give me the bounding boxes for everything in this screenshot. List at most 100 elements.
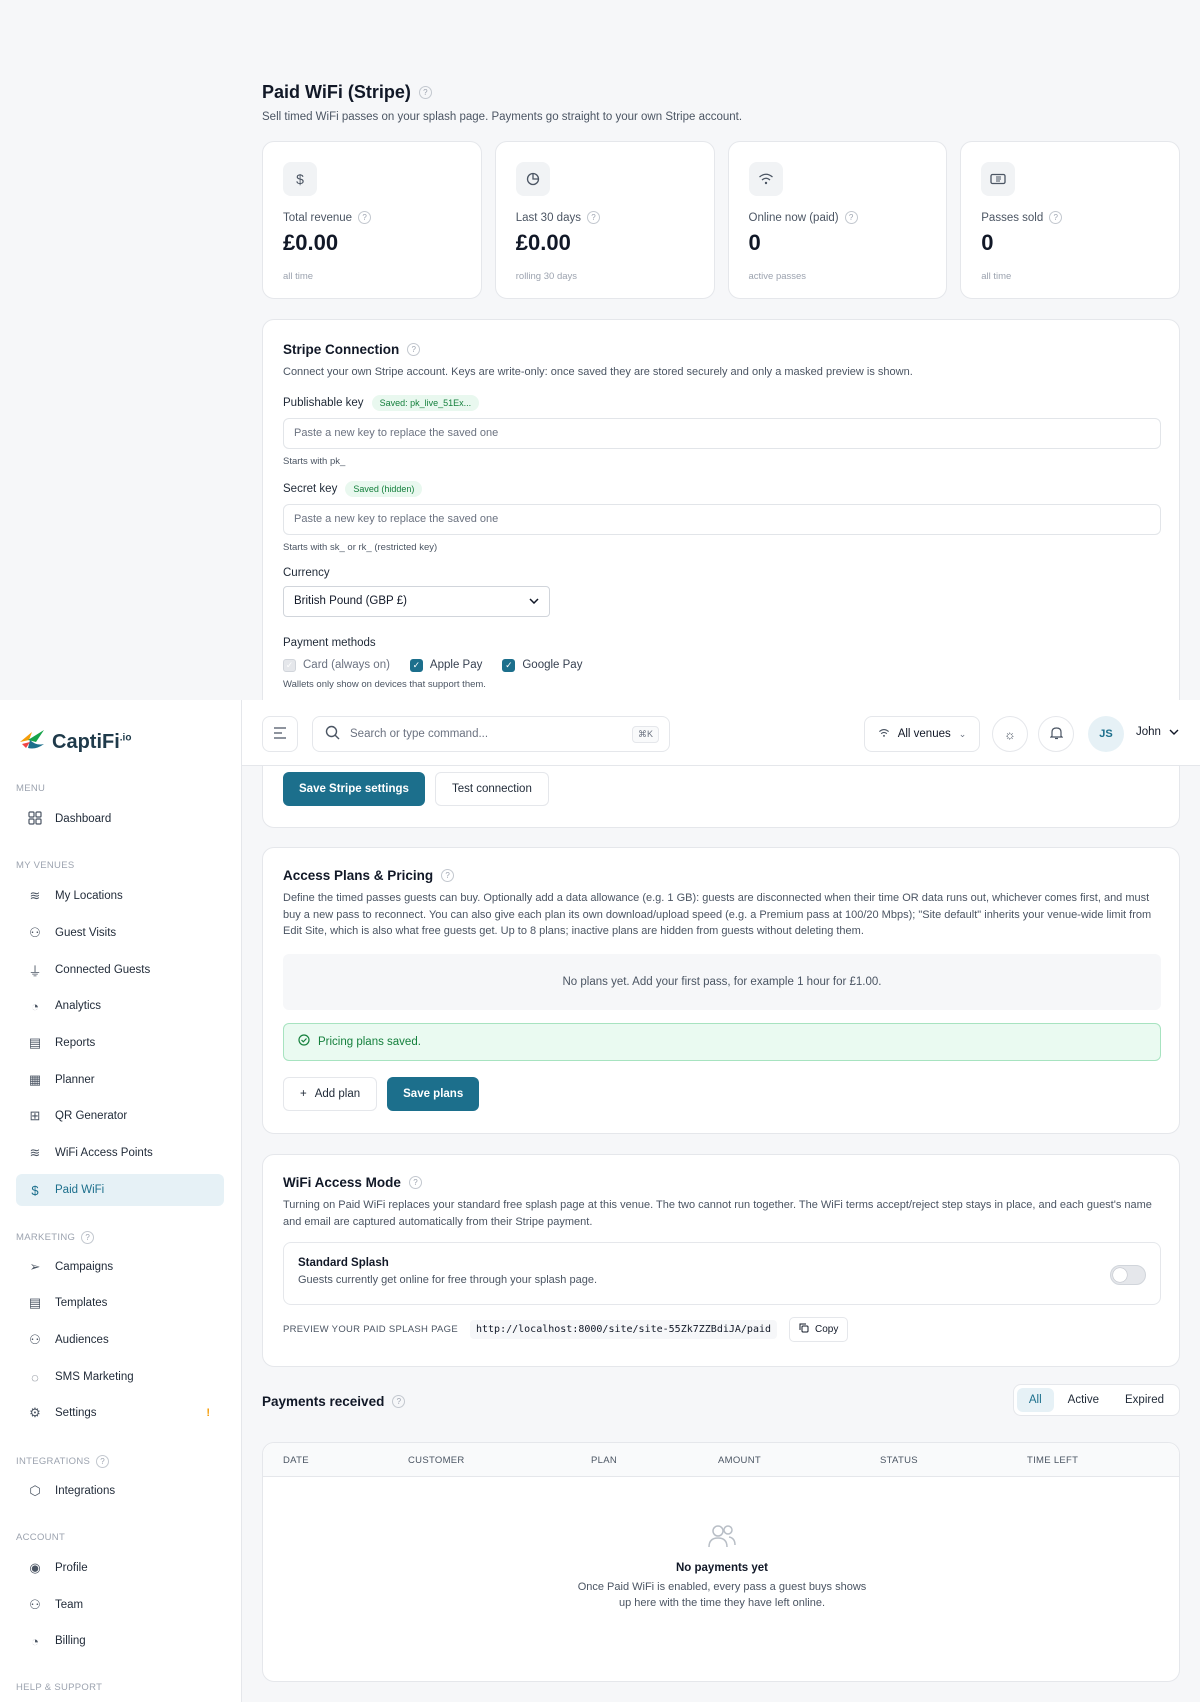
sidebar-item-settings[interactable]: ⚙ Settings! (16, 1397, 224, 1429)
sidebar-item-my-locations[interactable]: ≋ My Locations (16, 880, 224, 912)
help-icon[interactable]: ? (408, 1176, 422, 1189)
column-header-status[interactable]: STATUS (880, 1455, 918, 1466)
sidebar-item-wifi-access-points[interactable]: ≋ WiFi Access Points (16, 1137, 224, 1169)
empty-state-description: Once Paid WiFi is enabled, every pass a … (263, 1580, 1181, 1612)
sidebar-item-dashboard[interactable]: Dashboard (16, 803, 224, 835)
sidebar-item-label: Reports (55, 1037, 96, 1049)
sidebar-item-billing[interactable]: ◔ Billing (16, 1625, 224, 1657)
tab-expired[interactable]: Expired (1113, 1388, 1176, 1412)
column-header-plan[interactable]: PLAN (591, 1455, 617, 1466)
sidebar-toggle-button[interactable] (262, 716, 298, 752)
card-title-text: WiFi Access Mode (283, 1175, 401, 1190)
sidebar-item-label: Billing (55, 1635, 86, 1647)
column-header-date[interactable]: DATE (283, 1455, 309, 1466)
sidebar-item-profile[interactable]: ◉ Profile (16, 1552, 224, 1584)
grid-icon (27, 810, 43, 828)
logo-text: CaptiFi.io (52, 731, 131, 754)
help-icon[interactable]: ? (586, 211, 600, 224)
help-icon[interactable]: ? (407, 343, 421, 356)
publishable-key-input[interactable]: Paste a new key to replace the saved one (283, 417, 1161, 449)
stat-label: Last 30 days (515, 211, 581, 224)
mode-title: Standard Splash (298, 1257, 389, 1269)
preview-url[interactable]: http://localhost:8000/site/site-55Zk7ZZB… (470, 1320, 778, 1339)
access-mode-box: Standard Splash Guests currently get onl… (283, 1242, 1161, 1305)
column-header-customer[interactable]: CUSTOMER (408, 1455, 465, 1466)
help-icon[interactable]: ? (358, 211, 372, 224)
sidebar-item-team[interactable]: ⚇ Team (16, 1589, 224, 1621)
section-label-text: MARKETING (16, 1232, 76, 1243)
sidebar-item-analytics[interactable]: ◔ Analytics (16, 990, 224, 1022)
help-icon[interactable]: ? (844, 211, 858, 224)
wifi-access-mode-card: WiFi Access Mode ? Turning on Paid WiFi … (262, 1154, 1180, 1367)
theme-toggle-button[interactable]: ☼ (992, 716, 1028, 752)
chat-icon: ◌ (31, 1369, 39, 1385)
check-circle-icon (298, 1034, 310, 1049)
sidebar-item-campaigns[interactable]: ➢ Campaigns (16, 1251, 224, 1283)
sidebar-item-connected-guests[interactable]: ⏚ Connected Guests (16, 954, 224, 986)
users-icon: ⚇ (29, 925, 41, 940)
tab-active[interactable]: Active (1056, 1388, 1111, 1412)
sidebar-item-reports[interactable]: ▤ Reports (16, 1027, 224, 1059)
help-icon[interactable]: ? (1049, 211, 1063, 224)
sidebar-item-audiences[interactable]: ⚇ Audiences (16, 1324, 224, 1356)
payments-table: DATE CUSTOMER PLAN AMOUNT STATUS TIME LE… (262, 1442, 1180, 1682)
save-stripe-settings-button[interactable]: Save Stripe settings (283, 772, 425, 806)
add-plan-button[interactable]: + Add plan (283, 1076, 378, 1111)
column-header-time-left[interactable]: TIME LEFT (1027, 1455, 1078, 1466)
saved-badge: Saved: pk_live_51Ex... (371, 394, 480, 411)
sidebar-item-paid-wifi[interactable]: $ Paid WiFi (16, 1174, 224, 1206)
sidebar-item-label: Paid WiFi (55, 1184, 105, 1196)
help-icon[interactable]: ? (81, 1231, 95, 1244)
gear-icon: ⚙ (29, 1405, 41, 1420)
sidebar-item-label: Guest Visits (55, 927, 117, 939)
sidebar-item-label: Team (55, 1599, 84, 1611)
page-title-text: Paid WiFi (Stripe) (262, 82, 411, 102)
help-icon[interactable]: ? (392, 1395, 406, 1408)
section-label-account: ACCOUNT (16, 1532, 66, 1543)
logo[interactable]: CaptiFi.io (18, 728, 131, 757)
checkbox-label: Apple Pay (429, 659, 483, 671)
notifications-button[interactable] (1038, 716, 1074, 752)
currency-label: Currency (283, 566, 330, 579)
user-menu[interactable]: John (1136, 726, 1179, 738)
chevron-down-icon (1169, 726, 1179, 738)
stat-note: rolling 30 days (515, 271, 578, 282)
sidebar-item-planner[interactable]: ▦ Planner (16, 1064, 224, 1096)
chevron-down-icon (529, 595, 539, 607)
column-header-amount[interactable]: AMOUNT (718, 1455, 761, 1466)
paid-wifi-toggle[interactable] (1110, 1265, 1146, 1285)
bird-logo-icon (18, 728, 48, 757)
copy-button[interactable]: Copy (789, 1317, 849, 1342)
sidebar-item-guest-visits[interactable]: ⚇ Guest Visits (16, 917, 224, 949)
section-label-help: HELP & SUPPORT (16, 1682, 103, 1693)
test-connection-button[interactable]: Test connection (434, 772, 549, 806)
pie-chart-icon (515, 162, 550, 196)
sidebar-item-label: SMS Marketing (55, 1371, 134, 1383)
venue-selector-label: All venues (897, 728, 951, 740)
wifi-icon: ≋ (29, 1145, 41, 1160)
sidebar-item-integrations[interactable]: ⬡ Integrations (16, 1475, 224, 1507)
field-label: Secret key (283, 482, 338, 495)
venue-selector[interactable]: All venues ⌄ (864, 716, 980, 752)
checkbox-card: ✓ Card (always on) (283, 658, 390, 672)
search-input[interactable]: Search or type command... ⌘K (312, 716, 670, 752)
payments-header: Payments received ? All Active Expired (262, 1384, 1180, 1420)
stat-note: all time (283, 271, 314, 282)
wifi-icon (748, 162, 783, 196)
save-plans-button[interactable]: Save plans (387, 1076, 480, 1111)
sidebar-item-qr-generator[interactable]: ⊞ QR Generator (16, 1100, 224, 1132)
help-icon[interactable]: ? (96, 1455, 110, 1468)
payment-methods-label: Payment methods (283, 636, 376, 649)
tab-all[interactable]: All (1016, 1388, 1054, 1412)
secret-key-input[interactable]: Paste a new key to replace the saved one (283, 503, 1161, 535)
document-icon: ▤ (28, 1035, 42, 1050)
sidebar-item-templates[interactable]: ▤ Templates (16, 1287, 224, 1319)
avatar[interactable]: JS (1088, 716, 1124, 752)
sidebar-item-sms-marketing[interactable]: ◌ SMS Marketing (16, 1361, 224, 1393)
help-icon[interactable]: ? (418, 86, 432, 99)
help-icon[interactable]: ? (441, 869, 455, 882)
checkbox-google-pay[interactable]: ✓ Google Pay (502, 658, 582, 672)
currency-select[interactable]: British Pound (GBP £) (283, 585, 550, 617)
section-label-integrations: INTEGRATIONS? (16, 1455, 110, 1468)
checkbox-apple-pay[interactable]: ✓ Apple Pay (409, 658, 483, 672)
